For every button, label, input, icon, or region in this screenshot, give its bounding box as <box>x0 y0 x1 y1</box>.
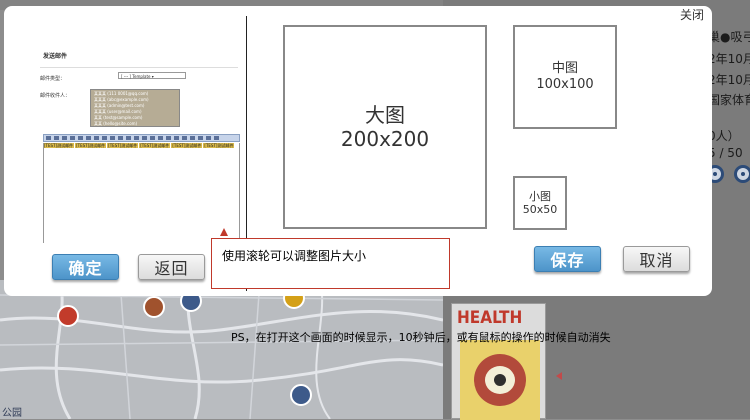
medium-preview-dims: 100x100 <box>536 77 594 92</box>
health-title: HEALTH <box>457 308 523 328</box>
small-preview-name: 小图 <box>529 189 551 203</box>
map-marker-icon[interactable] <box>57 305 79 327</box>
health-thumbnail[interactable]: HEALTH <box>451 303 546 420</box>
scroll-hint-box: 使用滚轮可以调整图片大小 <box>211 238 450 289</box>
medium-preview-name: 中图 <box>551 61 578 77</box>
preview-editor-toolbar <box>43 134 240 142</box>
background-text: 2年10月 <box>708 52 750 66</box>
large-preview-box: 大图 200x200 <box>283 25 487 229</box>
cancel-button[interactable]: 取消 <box>623 246 690 272</box>
map-marker-icon[interactable] <box>143 296 165 318</box>
background-map <box>0 280 443 419</box>
map-label: 公园 <box>2 408 22 419</box>
arrow-left-icon[interactable] <box>556 372 562 380</box>
preview-title: 发送邮件 <box>43 53 68 60</box>
small-preview-box: 小图 50x50 <box>513 176 567 230</box>
background-text: 巢●吸弓 <box>708 30 750 44</box>
large-preview-dims: 200x200 <box>340 127 430 151</box>
preview-recipient-list: 某某某 (111 0001@qq.com) 某某某 (abc@example.c… <box>90 89 180 127</box>
confirm-button[interactable]: 确定 <box>52 254 119 280</box>
background-text: 0人） <box>708 129 740 143</box>
arrow-up-icon <box>220 228 228 236</box>
annotation-note: PS，在打开这个画面的时候显示，10秒钟后，或有鼠标的操作的时候自动消失 <box>231 331 611 344</box>
large-preview-name: 大图 <box>365 103 405 127</box>
save-button[interactable]: 保存 <box>534 246 601 272</box>
health-artwork <box>460 340 540 420</box>
preview-field-label: 邮件收件人： <box>40 93 71 99</box>
preview-divider <box>40 67 238 68</box>
back-button[interactable]: 返回 <box>138 254 205 280</box>
background-text: 5 / 50 <box>708 146 743 160</box>
preview-field-label: 邮件类型： <box>40 76 66 82</box>
scroll-hint-text: 使用滚轮可以调整图片大小 <box>222 249 367 263</box>
preview-select: [ --- ] Template ▾ <box>118 72 186 79</box>
background-text: 国家体育 <box>708 93 750 107</box>
medium-preview-box: 中图 100x100 <box>513 25 617 129</box>
source-image-preview[interactable]: 发送邮件 邮件类型： [ --- ] Template ▾ 邮件收件人： 某某某… <box>40 39 240 247</box>
map-marker-icon[interactable] <box>290 384 312 406</box>
preview-tags: [TEST]测试邮件 [TEST]测试邮件 [TEST]测试邮件 [TEST]测试邮件… <box>43 143 235 148</box>
map-roads <box>0 280 443 419</box>
background-text: 2年10月 <box>708 73 750 87</box>
radio-icon <box>734 165 750 183</box>
small-preview-dims: 50x50 <box>522 203 558 216</box>
close-button[interactable]: 关闭 <box>680 6 704 23</box>
